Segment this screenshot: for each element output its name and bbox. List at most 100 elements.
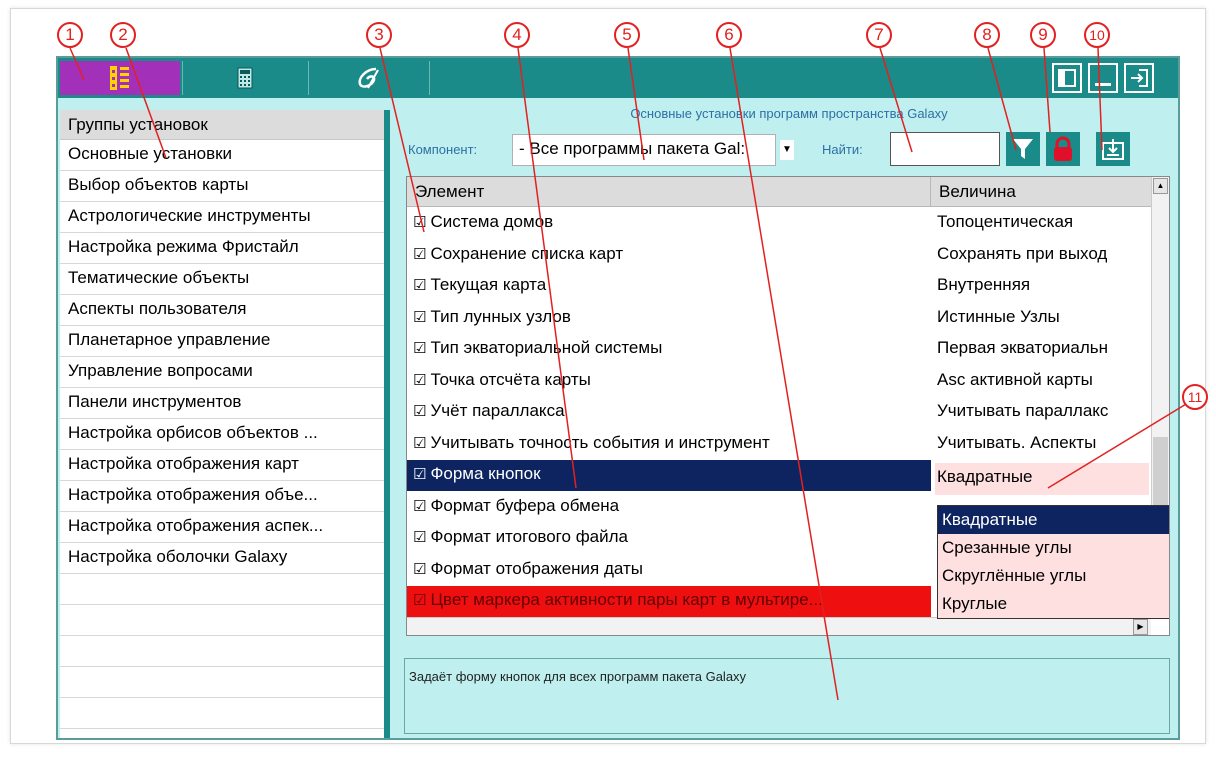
table-row[interactable]: ☑ Тип экваториальной системы Первая эквато… <box>407 334 1151 365</box>
sidebar-item-group[interactable]: Настройка отображения объе... <box>60 481 384 512</box>
value-cell[interactable]: Первая экваториальн <box>937 334 1151 365</box>
annotation-marker: 4 <box>504 22 530 48</box>
sidebar-item-group[interactable]: Управление вопросами <box>60 357 384 388</box>
sidebar-item-group[interactable]: Настройка отображения карт <box>60 450 384 481</box>
element-label: Сохранение списка карт <box>430 243 624 263</box>
element-label: Учёт параллакса <box>430 401 565 420</box>
filter-button[interactable] <box>1006 132 1040 166</box>
table-row[interactable]: ☑ Учёт параллакса Учитывать параллакс <box>407 397 1151 428</box>
element-cell[interactable]: ☑ Тип лунных узлов <box>407 303 931 334</box>
checkbox-icon[interactable]: ☑ <box>413 466 426 483</box>
element-cell[interactable]: ☑ Цвет маркера активности пары карт в мул… <box>407 586 931 617</box>
value-cell[interactable]: Учитывать параллакс <box>937 397 1151 428</box>
scroll-up-icon[interactable]: ▲ <box>1153 178 1168 194</box>
panel-title: Основные установки программ пространства… <box>630 106 948 121</box>
column-header-value[interactable]: Величина <box>931 177 1151 207</box>
value-cell[interactable]: Истинные Узлы <box>937 303 1151 334</box>
value-cell[interactable]: Учитывать. Аспекты <box>937 429 1151 460</box>
element-cell[interactable]: ☑ Сохранение списка карт <box>407 240 931 271</box>
element-cell[interactable]: ☑ Учитывать точность события и инструмент <box>407 429 931 460</box>
column-header-element[interactable]: Элемент <box>407 177 931 207</box>
annotation-marker: 11 <box>1182 384 1208 410</box>
checkbox-icon[interactable]: ☑ <box>413 246 426 263</box>
table-row[interactable]: ☑ Система домов Топоцентическая <box>407 208 1151 239</box>
sidebar-item-group[interactable]: Настройка отображения аспек... <box>60 512 384 543</box>
sidebar-item-group[interactable]: Настройка оболочки Galaxy <box>60 543 384 574</box>
checkbox-icon[interactable]: ☑ <box>413 529 426 546</box>
annotation-marker: 9 <box>1030 22 1056 48</box>
dropdown-option[interactable]: Квадратные <box>938 506 1169 534</box>
checkbox-icon[interactable]: ☑ <box>413 561 426 578</box>
checkbox-icon[interactable]: ☑ <box>413 435 426 452</box>
checkbox-icon[interactable]: ☑ <box>413 214 426 231</box>
element-cell[interactable]: ☑ Форма кнопок <box>407 460 931 491</box>
lock-button[interactable] <box>1046 132 1080 166</box>
calculator-icon <box>237 67 252 89</box>
minimize-icon <box>1095 83 1111 86</box>
annotation-marker: 1 <box>57 22 83 48</box>
search-input[interactable] <box>890 132 1000 166</box>
element-label: Учитывать точность события и инструмент <box>430 432 770 452</box>
table-row[interactable]: ☑ Точка отсчёта карты Asc активной карты <box>407 366 1151 397</box>
element-label: Тип экваториальной системы <box>430 338 663 357</box>
tab-galaxy[interactable] <box>308 61 430 95</box>
dropdown-option[interactable]: Круглые <box>938 590 1169 618</box>
scrollbar-thumb[interactable] <box>1153 437 1168 507</box>
element-cell[interactable]: ☑ Формат итогового файла <box>407 523 931 554</box>
sidebar-item-group[interactable]: Астрологические инструменты <box>60 202 384 233</box>
checkbox-icon[interactable]: ☑ <box>413 592 426 609</box>
table-row[interactable]: ☑ Тип лунных узлов Истинные Узлы <box>407 303 1151 334</box>
table-row[interactable]: ☑ Форма кнопок Квадратные <box>407 460 1151 495</box>
screenshot-stage: Группы установок Основные установки Выбор… <box>0 0 1216 784</box>
element-label: Точка отсчёта карты <box>430 369 591 389</box>
panel-toggle-button[interactable] <box>1052 63 1082 93</box>
element-cell[interactable]: ☑ Формат отображения даты <box>407 555 931 586</box>
value-cell[interactable]: Сохранять при выход <box>937 240 1151 271</box>
sidebar-item-group[interactable]: Настройка режима Фристайл <box>60 233 384 264</box>
sidebar-item-group[interactable]: Планетарное управление <box>60 326 384 357</box>
value-cell[interactable]: Квадратные <box>935 463 1149 495</box>
sidebar-item-group[interactable]: Аспекты пользователя <box>60 295 384 326</box>
checkbox-icon[interactable]: ☑ <box>413 372 426 389</box>
horizontal-scrollbar[interactable]: ▶ <box>407 617 1151 635</box>
element-cell[interactable]: ☑ Формат буфера обмена <box>407 492 931 523</box>
table-row[interactable]: ☑ Текущая карта Внутренняя <box>407 271 1151 302</box>
component-select[interactable]: - Все программы пакета Gal: <box>512 134 776 166</box>
export-button[interactable] <box>1096 132 1130 166</box>
value-cell[interactable]: Внутренняя <box>937 271 1151 302</box>
checkbox-icon[interactable]: ☑ <box>413 309 426 326</box>
value-cell[interactable]: Топоцентическая <box>937 208 1151 239</box>
galaxy-logo-icon <box>358 67 379 89</box>
element-label: Цвет маркера активности пары карт в муль… <box>430 590 823 609</box>
sidebar-item-group[interactable]: Настройка орбисов объектов ... <box>60 419 384 450</box>
value-cell[interactable]: Asc активной карты <box>937 366 1151 397</box>
table-row[interactable]: ☑ Учитывать точность события и инструмент… <box>407 429 1151 460</box>
sidebar-item-group[interactable]: Выбор объектов карты <box>60 171 384 202</box>
checkbox-icon[interactable]: ☑ <box>413 277 426 294</box>
checkbox-icon[interactable]: ☑ <box>413 403 426 420</box>
element-cell[interactable]: ☑ Точка отсчёта карты <box>407 366 931 397</box>
tab-settings[interactable] <box>60 61 180 95</box>
button-shape-dropdown[interactable]: Квадратные Срезанные углы Скруглённые углы… <box>937 505 1169 619</box>
element-cell[interactable]: ☑ Текущая карта <box>407 271 931 302</box>
tab-calculator[interactable] <box>182 61 306 95</box>
table-row[interactable]: ☑ Сохранение списка карт Сохранять при вых… <box>407 240 1151 271</box>
chevron-down-icon[interactable]: ▼ <box>780 140 794 160</box>
annotation-marker: 2 <box>110 22 136 48</box>
sidebar-item-group[interactable]: Панели инструментов <box>60 388 384 419</box>
dropdown-option[interactable]: Срезанные углы <box>938 534 1169 562</box>
checkbox-icon[interactable]: ☑ <box>413 340 426 357</box>
element-cell[interactable]: ☑ Учёт параллакса <box>407 397 931 428</box>
element-label: Формат буфера обмена <box>430 495 620 515</box>
scroll-right-icon[interactable]: ▶ <box>1133 619 1148 635</box>
exit-button[interactable] <box>1124 63 1154 93</box>
settings-detail-panel: Основные установки программ пространства… <box>400 102 1178 742</box>
element-cell[interactable]: ☑ Система домов <box>407 208 931 239</box>
checkbox-icon[interactable]: ☑ <box>413 498 426 515</box>
annotation-marker: 7 <box>866 22 892 48</box>
minimize-button[interactable] <box>1088 63 1118 93</box>
sidebar-item-group[interactable]: Тематические объекты <box>60 264 384 295</box>
sidebar-item-group[interactable]: Основные установки <box>60 140 384 171</box>
element-cell[interactable]: ☑ Тип экваториальной системы <box>407 334 931 365</box>
dropdown-option[interactable]: Скруглённые углы <box>938 562 1169 590</box>
